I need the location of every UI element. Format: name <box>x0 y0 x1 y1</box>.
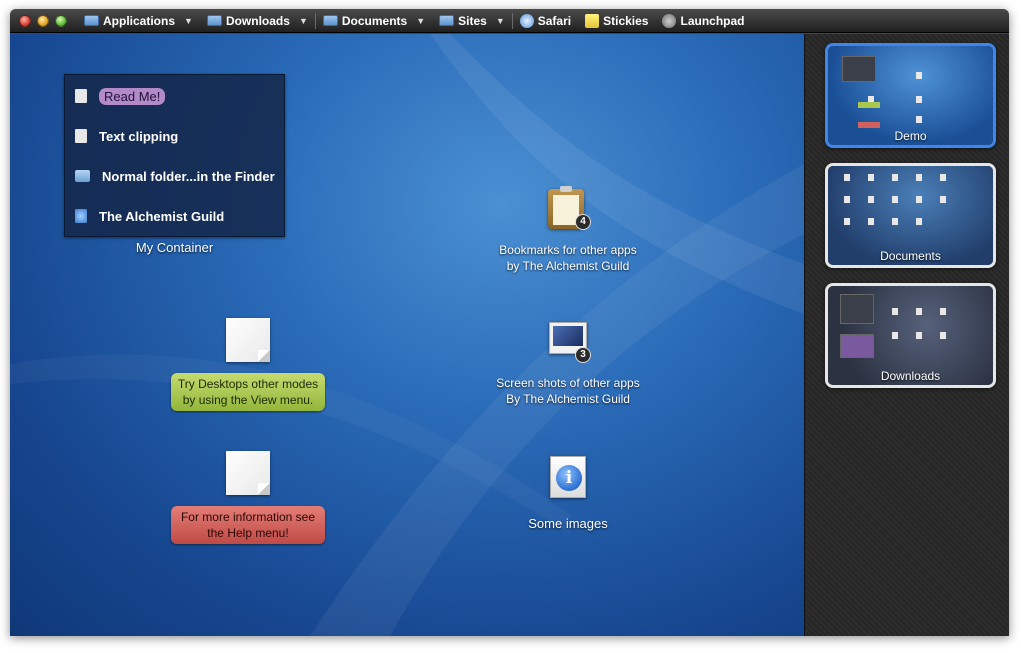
toolbar-item-label: Safari <box>537 13 572 28</box>
toolbar: Applications ▼ Downloads ▼ Documents ▼ S… <box>10 9 1009 33</box>
info-icon[interactable]: i <box>550 456 586 498</box>
container-item-read-me[interactable]: Read Me! <box>75 85 166 107</box>
desktop-thumb-name: Documents <box>880 249 941 263</box>
app-window: Applications ▼ Downloads ▼ Documents ▼ S… <box>10 9 1009 636</box>
desktop-thumb-name: Downloads <box>880 369 941 383</box>
thumb-icon <box>940 332 946 339</box>
folder-icon <box>75 170 90 182</box>
thumb-container <box>842 56 876 82</box>
container-item-alchemist-guild[interactable]: The Alchemist Guild <box>75 205 224 227</box>
screenshots-label[interactable]: Screen shots of other apps By The Alchem… <box>493 375 643 407</box>
screenshot-thumb <box>553 326 583 346</box>
note-file-icon[interactable] <box>226 451 270 495</box>
desktop-thumb-downloads[interactable]: Downloads <box>825 283 996 388</box>
thumb-icon <box>868 218 874 225</box>
folder-icon <box>439 15 455 26</box>
thumb-icon <box>916 96 922 103</box>
desktop-area[interactable]: Read Me! Text clipping Normal folder...i… <box>10 34 804 636</box>
container-title: My Container <box>135 240 214 255</box>
thumb-container <box>840 334 874 358</box>
thumb-icon <box>892 332 898 339</box>
container-item-label: Normal folder...in the Finder <box>102 168 275 184</box>
toolbar-item-downloads[interactable]: Downloads ▼ <box>200 9 315 33</box>
thumb-icon <box>892 196 898 203</box>
container-panel[interactable]: Read Me! Text clipping Normal folder...i… <box>64 74 285 237</box>
toolbar-item-stickies[interactable]: Stickies <box>578 9 655 33</box>
thumb-icon <box>940 308 946 315</box>
thumb-icon <box>940 174 946 181</box>
toolbar-item-safari[interactable]: Safari <box>513 9 578 33</box>
toolbar-item-label: Launchpad <box>680 13 745 28</box>
toolbar-item-launchpad[interactable]: Launchpad <box>655 9 751 33</box>
thumb-icon <box>844 196 850 203</box>
launchpad-icon <box>662 13 677 28</box>
count-badge: 3 <box>575 347 591 363</box>
zoom-button[interactable] <box>55 14 67 27</box>
thumb-container <box>840 294 874 324</box>
toolbar-item-sites[interactable]: Sites ▼ <box>432 9 512 33</box>
images-label[interactable]: Some images <box>493 516 643 532</box>
thumb-icon <box>916 332 922 339</box>
desktop-thumb-name: Demo <box>894 129 927 143</box>
thumb-icon <box>916 72 922 79</box>
clip-icon <box>560 186 572 192</box>
toolbar-item-label: Sites <box>458 13 487 28</box>
container-item-label: Text clipping <box>99 128 179 144</box>
count-badge: 4 <box>575 214 591 230</box>
thumb-icon <box>940 196 946 203</box>
thumb-icon <box>844 174 850 181</box>
thumb-icon <box>892 308 898 315</box>
toolbar-item-label: Documents <box>341 13 408 28</box>
thumb-sticky <box>858 102 880 108</box>
note-file-icon[interactable] <box>226 318 270 362</box>
folder-icon <box>322 15 338 26</box>
desktop-thumb-demo[interactable]: Demo <box>825 43 996 148</box>
thumb-icon <box>916 174 922 181</box>
toolbar-item-label: Stickies <box>603 13 649 28</box>
info-glyph: i <box>556 465 582 491</box>
thumb-icon <box>868 174 874 181</box>
sticky-note-help[interactable]: For more information see the Help menu! <box>171 506 325 544</box>
toolbar-item-label: Downloads <box>225 13 290 28</box>
desktop-thumb-documents[interactable]: Documents <box>825 163 996 268</box>
container-item-label: The Alchemist Guild <box>99 208 225 224</box>
thumb-icon <box>916 308 922 315</box>
folder-applications-icon <box>84 15 99 26</box>
chevron-down-icon[interactable]: ▼ <box>299 16 308 26</box>
chevron-down-icon[interactable]: ▼ <box>184 16 193 26</box>
chevron-down-icon[interactable]: ▼ <box>416 16 425 26</box>
desktops-sidebar: Demo Documents Downloads <box>804 34 1009 636</box>
thumb-icon <box>916 116 922 123</box>
thumb-icon <box>916 218 922 225</box>
close-button[interactable] <box>19 14 31 27</box>
container-item-text-clipping[interactable]: Text clipping <box>75 125 178 147</box>
thumb-icon <box>868 196 874 203</box>
minimize-button[interactable] <box>37 14 49 27</box>
toolbar-item-applications[interactable]: Applications ▼ <box>77 9 200 33</box>
toolbar-item-label: Applications <box>103 13 176 28</box>
toolbar-item-documents[interactable]: Documents ▼ <box>316 9 432 33</box>
text-clipping-icon <box>75 129 87 143</box>
thumb-icon <box>916 196 922 203</box>
window-controls <box>19 14 67 27</box>
bookmarks-label[interactable]: Bookmarks for other apps by The Alchemis… <box>493 242 643 274</box>
thumb-sticky <box>858 122 880 128</box>
thumb-icon <box>892 174 898 181</box>
thumb-icon <box>892 218 898 225</box>
stickies-icon <box>585 13 600 28</box>
document-icon <box>75 89 87 103</box>
thumb-icon <box>844 218 850 225</box>
container-item-normal-folder[interactable]: Normal folder...in the Finder <box>75 165 275 187</box>
folder-downloads-icon <box>206 15 222 26</box>
web-location-icon <box>75 209 87 223</box>
chevron-down-icon[interactable]: ▼ <box>496 16 505 26</box>
sticky-note-view[interactable]: Try Desktops other modes by using the Vi… <box>171 373 325 411</box>
safari-icon <box>519 13 534 28</box>
container-item-label: Read Me! <box>99 87 166 105</box>
